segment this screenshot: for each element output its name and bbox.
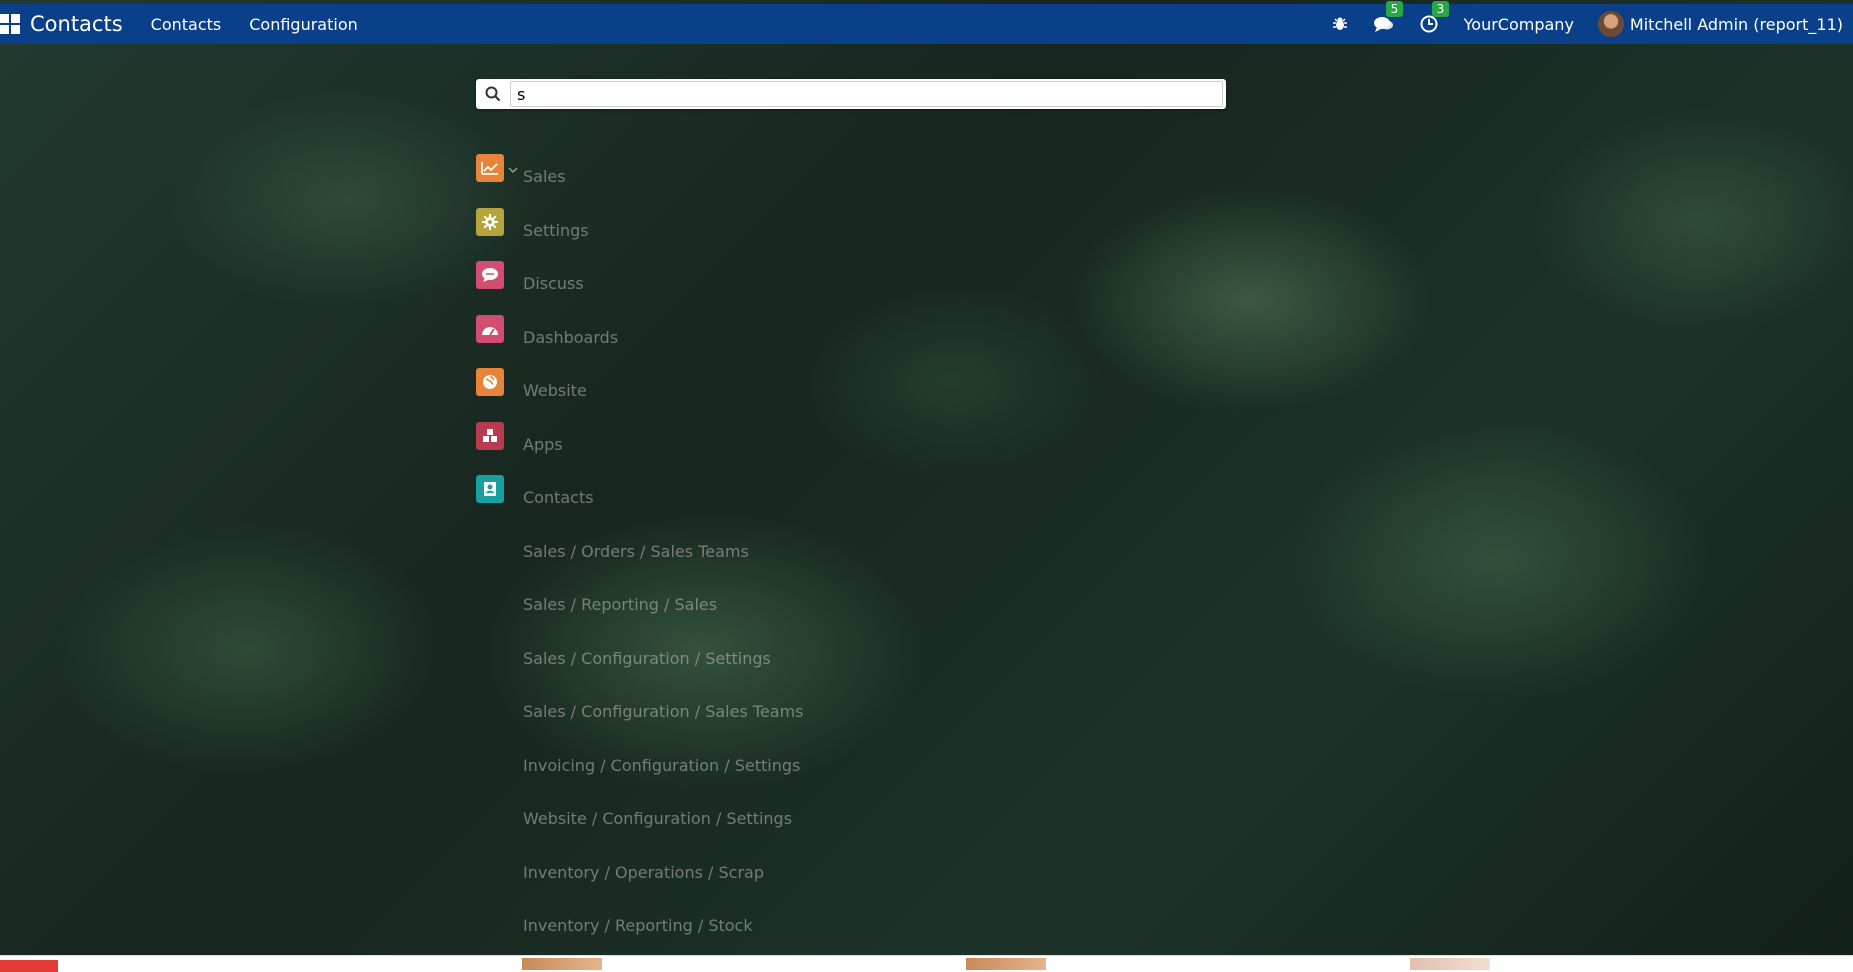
contact-card-icon bbox=[476, 475, 504, 503]
debug-bug-icon[interactable] bbox=[1332, 16, 1348, 32]
result-label: Inventory / Reporting / Stock bbox=[523, 916, 753, 935]
activities-clock-icon[interactable]: 3 bbox=[1420, 1, 1450, 33]
result-label: Inventory / Operations / Scrap bbox=[523, 862, 764, 882]
result-label: Sales / Configuration / Sales Teams bbox=[523, 702, 804, 721]
underlying-thumbnail bbox=[1410, 958, 1490, 970]
background-image bbox=[0, 0, 1853, 972]
command-search-box bbox=[476, 79, 1226, 109]
user-menu[interactable]: Mitchell Admin (report_11) bbox=[1597, 11, 1843, 37]
result-label: Sales bbox=[523, 167, 566, 186]
chart-icon bbox=[476, 154, 504, 182]
result-label: Dashboards bbox=[523, 327, 619, 347]
avatar bbox=[1597, 11, 1624, 37]
top-navbar: Contacts Contacts Configuration 5 3 Your… bbox=[0, 1, 1853, 44]
search-input[interactable] bbox=[510, 81, 1223, 107]
underlying-red-block bbox=[0, 960, 58, 972]
dashboard-icon bbox=[476, 314, 504, 343]
messages-chat-icon[interactable]: 5 bbox=[1373, 1, 1404, 33]
chat-icon bbox=[476, 261, 504, 289]
app-brand[interactable]: Contacts bbox=[30, 12, 123, 36]
messages-badge: 5 bbox=[1385, 1, 1404, 17]
underlying-thumbnail bbox=[522, 958, 602, 970]
result-label: Sales / Reporting / Sales bbox=[523, 595, 718, 614]
result-label: Website / Configuration / Settings bbox=[523, 809, 793, 828]
result-label: Settings bbox=[523, 220, 589, 240]
globe-icon bbox=[476, 368, 504, 396]
gear-icon bbox=[476, 207, 504, 236]
activities-badge: 3 bbox=[1431, 1, 1450, 17]
menu-contacts[interactable]: Contacts bbox=[151, 15, 222, 34]
search-icon bbox=[476, 86, 510, 102]
result-label: Website bbox=[523, 381, 587, 400]
chevron-down-icon bbox=[508, 160, 518, 179]
apps-grid-icon[interactable] bbox=[0, 14, 20, 34]
result-label: Sales / Configuration / Settings bbox=[523, 648, 771, 668]
user-name: Mitchell Admin (report_11) bbox=[1629, 14, 1843, 34]
underlying-page-strip bbox=[0, 956, 1853, 972]
cubes-icon bbox=[476, 421, 504, 450]
underlying-thumbnail bbox=[966, 958, 1046, 970]
result-label: Discuss bbox=[523, 274, 584, 293]
result-label: Apps bbox=[523, 434, 563, 454]
company-switcher[interactable]: YourCompany bbox=[1464, 15, 1574, 34]
menu-configuration[interactable]: Configuration bbox=[249, 15, 358, 34]
result-label: Sales / Orders / Sales Teams bbox=[523, 541, 749, 561]
result-label: Invoicing / Configuration / Settings bbox=[523, 755, 801, 775]
result-label: Contacts bbox=[523, 488, 594, 507]
